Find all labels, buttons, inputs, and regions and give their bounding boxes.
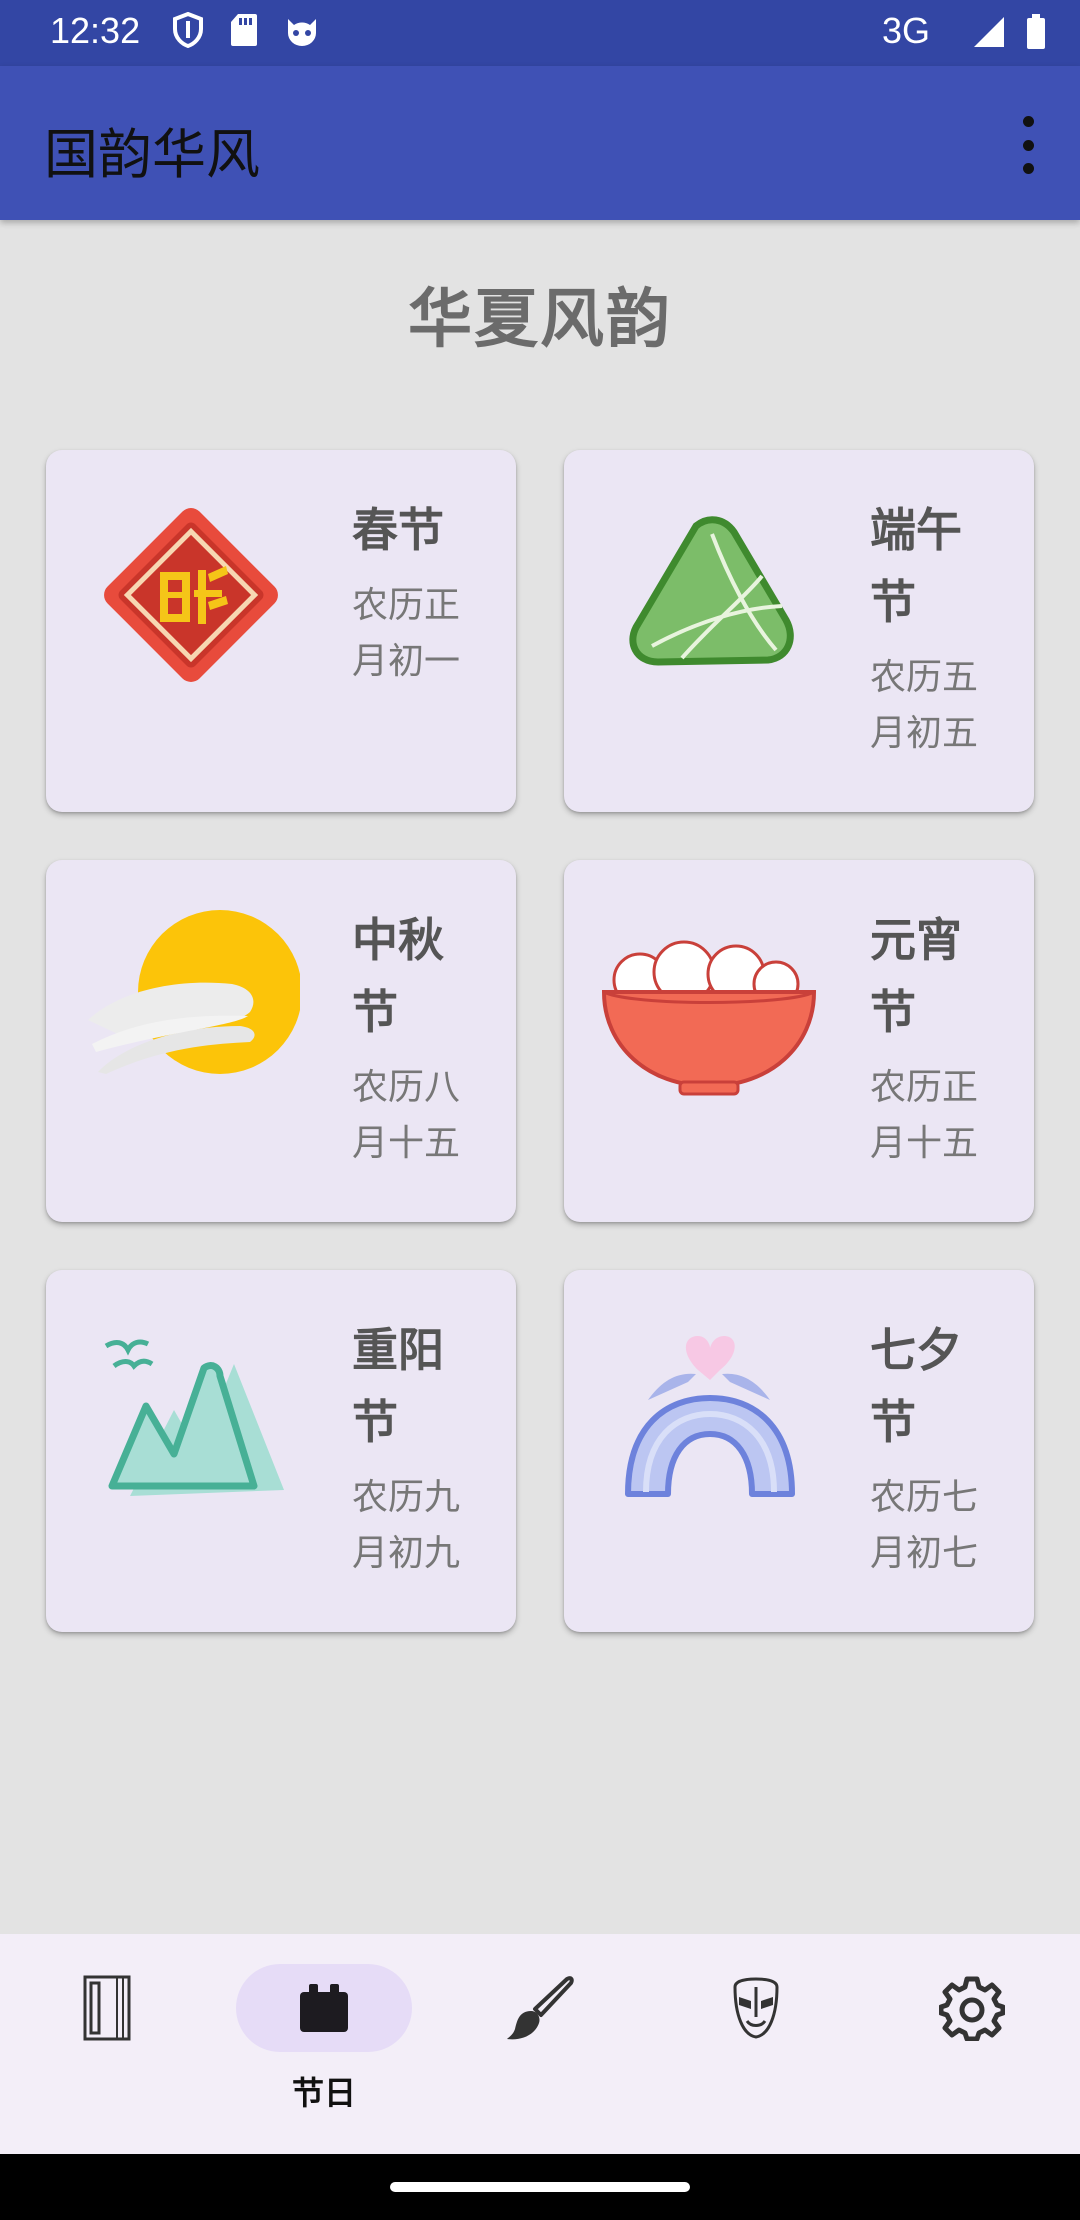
book-icon	[83, 1975, 131, 2041]
sd-card-icon	[231, 14, 257, 46]
festival-name: 春节	[352, 503, 444, 557]
system-gesture-bar	[0, 2154, 1080, 2220]
page-title: 华夏风韵	[408, 283, 672, 357]
nav-item-opera[interactable]	[668, 1964, 844, 2124]
festival-card-double-ninth[interactable]: 重阳节 农历九月初九	[46, 1270, 516, 1632]
settings-gear-icon	[939, 1976, 1005, 2041]
zongzi-icon	[600, 486, 818, 704]
status-time: 12:32	[50, 10, 141, 51]
status-bar: 12:32 3G	[0, 0, 1080, 66]
status-notification-icons	[172, 12, 320, 48]
festival-name: 七夕节	[870, 1323, 962, 1449]
app-title: 国韵华风	[44, 123, 260, 186]
brush-icon	[507, 1976, 574, 2040]
nav-label-festivals: 节日	[291, 2074, 356, 2112]
magpie-bridge-icon	[600, 1306, 818, 1524]
fu-diamond-icon	[82, 486, 300, 704]
network-type: 3G	[881, 10, 930, 51]
moon-cloud-icon	[82, 896, 300, 1114]
signal-icon	[974, 17, 1004, 47]
nav-item-book[interactable]	[20, 1964, 196, 2124]
festival-name: 中秋节	[352, 913, 444, 1039]
festival-card-mid-autumn[interactable]: 中秋节 农历八月十五	[46, 860, 516, 1222]
battery-icon	[1027, 14, 1045, 49]
festival-date: 农历七月初七	[870, 1477, 979, 1574]
festival-card-dragon-boat[interactable]: 端午节 农历五月初五	[564, 450, 1034, 812]
nav-item-settings[interactable]	[884, 1964, 1060, 2124]
more-vert-icon[interactable]	[998, 110, 1058, 180]
festival-grid: 春节 农历正月初一 端午节 农历五月初五 中秋节 农历八月十五 元宵节 农历正月…	[46, 450, 1036, 1632]
app-bar: 国韵华风	[0, 66, 1080, 220]
festival-card-spring[interactable]: 春节 农历正月初一	[46, 450, 516, 812]
festival-date: 农历八月十五	[352, 1067, 461, 1164]
festival-card-lantern[interactable]: 元宵节 农历正月十五	[564, 860, 1034, 1222]
cat-face-icon	[288, 19, 316, 46]
nav-item-festivals[interactable]: 节日	[236, 1964, 412, 2124]
opera-mask-icon	[733, 1977, 779, 2039]
festival-name: 元宵节	[870, 913, 962, 1039]
calendar-icon	[300, 1984, 348, 2032]
festival-name: 重阳节	[352, 1323, 444, 1449]
shield-icon	[173, 12, 203, 48]
nav-item-calligraphy[interactable]	[452, 1964, 628, 2124]
festival-date: 农历正月十五	[870, 1067, 979, 1164]
festival-date: 农历五月初五	[870, 657, 979, 754]
bottom-navigation: 节日	[0, 1934, 1080, 2154]
festival-date: 农历正月初一	[352, 585, 461, 682]
home-gesture-handle[interactable]	[390, 2182, 690, 2192]
tangyuan-bowl-icon	[600, 896, 818, 1114]
status-system-icons	[972, 14, 1046, 50]
festival-name: 端午节	[870, 503, 962, 629]
festival-date: 农历九月初九	[352, 1477, 461, 1574]
mountain-icon	[82, 1306, 300, 1524]
festival-card-qixi[interactable]: 七夕节 农历七月初七	[564, 1270, 1034, 1632]
